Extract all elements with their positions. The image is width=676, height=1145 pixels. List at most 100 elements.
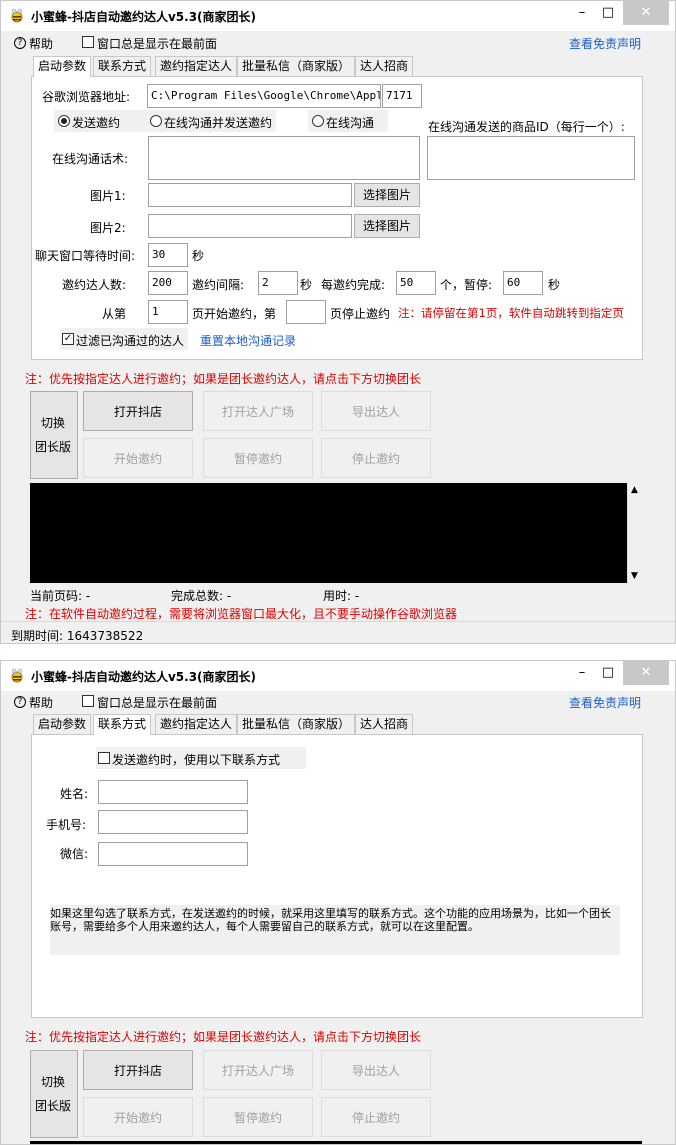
help-menu[interactable]: 帮助 [29, 694, 53, 711]
image2-input[interactable] [148, 214, 352, 238]
tab-invite-specified[interactable]: 邀约指定达人 [155, 56, 238, 76]
window-title: 小蜜蜂-抖店自动邀约达人v5.3(商家团长) [31, 10, 257, 24]
window-title: 小蜜蜂-抖店自动邀约达人v5.3(商家团长) [31, 670, 257, 684]
export-button[interactable]: 导出达人 [321, 391, 431, 431]
product-id-textarea[interactable] [427, 136, 635, 180]
browser-note: 注：在软件自动邀约过程，需要将浏览器窗口最大化，且不要手动操作谷歌浏览器 [25, 607, 458, 621]
switch-leader-line2: 团长版 [35, 440, 72, 454]
radio-chat-and-invite[interactable] [150, 115, 162, 127]
switch-leader-line1: 切换 [41, 1075, 66, 1089]
time-status: 用时: - [323, 589, 360, 603]
switch-leader-button[interactable]: 切换 团长版 [30, 391, 78, 479]
name-input[interactable] [98, 780, 248, 804]
priority-note: 注：优先按指定达人进行邀约；如果是团长邀约达人，请点击下方切换团长 [25, 1030, 422, 1044]
page-start-label: 页开始邀约，第 [192, 307, 277, 321]
tab-invite-specified[interactable]: 邀约指定达人 [155, 714, 238, 734]
wait-time-label: 聊天窗口等待时间: [35, 249, 136, 263]
image2-label: 图片2: [90, 221, 126, 235]
help-menu[interactable]: 帮助 [29, 35, 53, 52]
filter-checkbox[interactable]: ✓ [62, 333, 74, 345]
choose-image2-button[interactable]: 选择图片 [354, 214, 420, 238]
open-square-button[interactable]: 打开达人广场 [203, 1050, 313, 1090]
from-page-input[interactable]: 1 [148, 300, 188, 324]
chat-script-textarea[interactable] [148, 136, 420, 180]
image1-label: 图片1: [90, 189, 126, 203]
export-button[interactable]: 导出达人 [321, 1050, 431, 1090]
use-contact-checkbox[interactable] [98, 752, 110, 764]
always-on-top-checkbox[interactable] [82, 36, 94, 48]
log-area[interactable] [30, 1141, 642, 1144]
switch-leader-line2: 团长版 [35, 1099, 72, 1113]
interval-input[interactable]: 2 [258, 271, 298, 295]
pause-invite-button[interactable]: 暂停邀约 [203, 438, 313, 478]
invite-count-label: 邀约达人数: [62, 278, 127, 292]
stop-invite-button[interactable]: 停止邀约 [321, 1097, 431, 1137]
phone-input[interactable] [98, 810, 248, 834]
pause-unit: 秒 [548, 278, 561, 292]
tab-recruit[interactable]: 达人招商 [355, 56, 414, 76]
chat-script-label: 在线沟通话术: [52, 152, 129, 166]
pause-input[interactable]: 60 [503, 271, 543, 295]
image1-input[interactable] [148, 183, 352, 207]
invite-count-input[interactable]: 200 [148, 271, 188, 295]
help-icon[interactable]: ? [14, 37, 26, 49]
page-end-label: 页停止邀约 [330, 307, 391, 321]
tab-bar: 启动参数 联系方式 邀约指定达人 批量私信（商家版） 达人招商 [33, 714, 453, 735]
always-on-top-label: 窗口总是显示在最前面 [97, 37, 218, 51]
wait-time-unit: 秒 [192, 249, 205, 263]
log-area[interactable]: ▲ ▼ [30, 483, 642, 583]
start-invite-button[interactable]: 开始邀约 [83, 438, 193, 478]
from-page-label: 从第 [102, 307, 127, 321]
open-store-button[interactable]: 打开抖店 [83, 391, 193, 431]
tab-startup[interactable]: 启动参数 [33, 56, 92, 77]
phone-label: 手机号: [46, 818, 87, 832]
open-square-button[interactable]: 打开达人广场 [203, 391, 313, 431]
disclaimer-link[interactable]: 查看免责声明 [569, 35, 641, 52]
close-button[interactable]: ✕ [623, 1, 669, 25]
stop-invite-button[interactable]: 停止邀约 [321, 438, 431, 478]
tab-startup[interactable]: 启动参数 [33, 714, 92, 734]
per-count-input[interactable]: 50 [396, 271, 436, 295]
pause-label: 个，暂停: [440, 278, 493, 292]
bee-app-icon [11, 668, 23, 683]
priority-note: 注：优先按指定达人进行邀约；如果是团长邀约达人，请点击下方切换团长 [25, 372, 422, 386]
total-status: 完成总数: - [171, 589, 232, 603]
wait-time-input[interactable]: 30 [148, 243, 188, 267]
browser-path-label: 谷歌浏览器地址: [42, 90, 131, 104]
scroll-down-icon[interactable]: ▼ [631, 571, 638, 581]
to-page-input[interactable] [286, 300, 326, 324]
tab-batch-message[interactable]: 批量私信（商家版） [237, 56, 356, 76]
scroll-up-icon[interactable]: ▲ [631, 485, 638, 495]
title-bar[interactable]: 小蜜蜂-抖店自动邀约达人v5.3(商家团长) – □ ✕ [1, 661, 675, 691]
name-label: 姓名: [60, 787, 89, 801]
page-note: 注：请停留在第1页，软件自动跳转到指定页 [398, 306, 624, 320]
tab-recruit[interactable]: 达人招商 [355, 714, 414, 734]
reset-records-link[interactable]: 重置本地沟通记录 [200, 332, 296, 349]
tab-bar: 启动参数 联系方式 邀约指定达人 批量私信（商家版） 达人招商 [33, 56, 453, 77]
tab-contact[interactable]: 联系方式 [93, 56, 152, 76]
tab-contact[interactable]: 联系方式 [93, 714, 152, 735]
pause-invite-button[interactable]: 暂停邀约 [203, 1097, 313, 1137]
disclaimer-link[interactable]: 查看免责声明 [569, 694, 641, 711]
browser-path-input[interactable]: C:\Program Files\Google\Chrome\Applica [147, 84, 381, 108]
interval-label: 邀约间隔: [192, 278, 245, 292]
start-invite-button[interactable]: 开始邀约 [83, 1097, 193, 1137]
main-window-contact: 小蜜蜂-抖店自动邀约达人v5.3(商家团长) – □ ✕ ? 帮助 窗口总是显示… [0, 660, 676, 1145]
wechat-input[interactable] [98, 842, 248, 866]
always-on-top-checkbox[interactable] [82, 695, 94, 707]
radio-chat-only[interactable] [312, 115, 324, 127]
help-icon[interactable]: ? [14, 696, 26, 708]
always-on-top-label: 窗口总是显示在最前面 [97, 696, 218, 710]
main-window-startup: 小蜜蜂-抖店自动邀约达人v5.3(商家团长) – □ ✕ ? 帮助 窗口总是显示… [0, 0, 676, 644]
open-store-button[interactable]: 打开抖店 [83, 1050, 193, 1090]
choose-image1-button[interactable]: 选择图片 [354, 183, 420, 207]
radio-send-invite[interactable] [58, 115, 70, 127]
tab-batch-message[interactable]: 批量私信（商家版） [237, 714, 356, 734]
close-button[interactable]: ✕ [623, 661, 669, 685]
log-scrollbar[interactable]: ▲ ▼ [627, 483, 642, 583]
switch-leader-button[interactable]: 切换 团长版 [30, 1050, 78, 1138]
title-bar[interactable]: 小蜜蜂-抖店自动邀约达人v5.3(商家团长) – □ ✕ [1, 1, 675, 31]
port-input[interactable]: 7171 [382, 84, 422, 108]
product-id-label: 在线沟通发送的商品ID（每行一个）: [428, 120, 625, 134]
contact-description: 如果这里勾选了联系方式，在发送邀约的时候，就采用这里填写的联系方式。这个功能的应… [50, 905, 620, 955]
